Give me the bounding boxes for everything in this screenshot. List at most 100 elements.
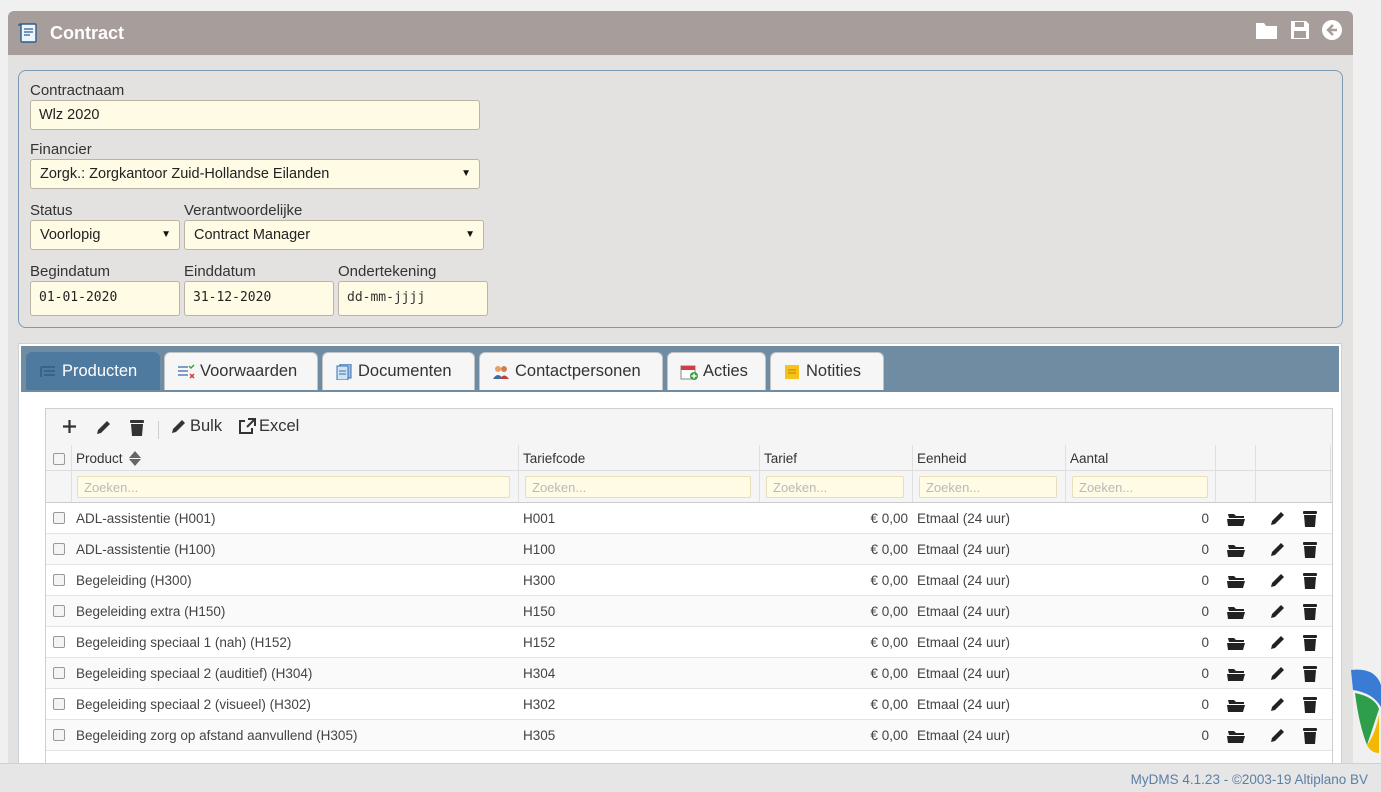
external-link-icon — [239, 418, 256, 434]
open-folder-icon[interactable] — [1227, 542, 1245, 558]
table-row[interactable]: ADL-assistentie (H100) H100 € 0,00 Etmaal (… — [46, 534, 1332, 565]
open-folder-icon[interactable] — [1227, 728, 1245, 744]
table-row[interactable]: Begeleiding speciaal 2 (auditief) (H304)… — [46, 658, 1332, 689]
search-input-product[interactable]: Zoeken... — [77, 476, 510, 498]
table-row[interactable]: ADL-assistentie (H001) H001 € 0,00 Etmaal (… — [46, 503, 1332, 534]
search-input-eenheid[interactable]: Zoeken... — [919, 476, 1057, 498]
sort-icon[interactable] — [128, 450, 142, 467]
pencil-icon[interactable] — [1269, 541, 1286, 558]
save-icon[interactable] — [1289, 19, 1311, 41]
trash-icon — [130, 420, 144, 436]
trash-icon[interactable] — [1302, 572, 1318, 590]
tab-acties[interactable]: Acties — [667, 352, 766, 390]
note-icon — [785, 364, 799, 379]
contractnaam-field[interactable]: Wlz 2020 — [30, 100, 480, 130]
table-row[interactable]: Begeleiding extra (H150) H150 € 0,00 Etmaal… — [46, 596, 1332, 627]
row-checkbox[interactable] — [53, 729, 65, 741]
tab-notities[interactable]: Notities — [770, 352, 884, 390]
einddatum-field[interactable]: 31-12-2020 — [184, 281, 334, 316]
row-checkbox[interactable] — [53, 574, 65, 586]
pencil-icon — [97, 421, 110, 434]
row-checkbox[interactable] — [53, 512, 65, 524]
select-all-checkbox[interactable] — [53, 453, 65, 465]
row-checkbox[interactable] — [53, 698, 65, 710]
pencil-icon[interactable] — [1269, 603, 1286, 620]
open-folder-icon[interactable] — [1227, 511, 1245, 527]
pencil-icon[interactable] — [1269, 510, 1286, 527]
document-icon — [336, 363, 352, 380]
pencil-icon[interactable] — [1269, 727, 1286, 744]
open-folder-icon[interactable] — [1255, 19, 1279, 41]
window-title: Contract — [50, 22, 125, 43]
table-row[interactable]: Begeleiding speciaal 1 (nah) (H152) H152 €… — [46, 627, 1332, 658]
cell-tarief: € 0,00 — [870, 697, 908, 712]
trash-icon[interactable] — [1302, 510, 1318, 528]
add-button[interactable] — [62, 419, 77, 434]
cell-aantal: 0 — [1201, 511, 1209, 526]
row-checkbox[interactable] — [53, 667, 65, 679]
delete-button[interactable] — [129, 419, 145, 437]
pencil-icon[interactable] — [1269, 572, 1286, 589]
begindatum-field[interactable]: 01-01-2020 — [30, 281, 180, 316]
table-body: ADL-assistentie (H001) H001 € 0,00 Etmaal (… — [46, 503, 1332, 771]
trash-icon[interactable] — [1302, 665, 1318, 683]
table-row[interactable]: Begeleiding zorg op afstand aanvullend (… — [46, 720, 1332, 751]
search-input-tariefcode[interactable]: Zoeken... — [525, 476, 751, 498]
checklist-icon — [178, 364, 195, 378]
cell-tariefcode: H100 — [523, 542, 556, 557]
verantwoordelijke-select[interactable]: Contract Manager ▼ — [184, 220, 484, 250]
column-header-product[interactable]: Product — [76, 451, 123, 466]
open-folder-icon[interactable] — [1227, 604, 1245, 620]
cell-eenheid: Etmaal (24 uur) — [917, 728, 1011, 743]
search-input-tarief[interactable]: Zoeken... — [766, 476, 904, 498]
trash-icon[interactable] — [1302, 696, 1318, 714]
column-header-tariefcode[interactable]: Tariefcode — [523, 451, 585, 466]
contract-icon — [18, 23, 37, 43]
row-checkbox[interactable] — [53, 636, 65, 648]
row-checkbox[interactable] — [53, 605, 65, 617]
search-input-aantal[interactable]: Zoeken... — [1072, 476, 1208, 498]
cell-eenheid: Etmaal (24 uur) — [917, 511, 1011, 526]
trash-icon[interactable] — [1302, 541, 1318, 559]
trash-icon[interactable] — [1302, 634, 1318, 652]
tab-label: Contactpersonen — [515, 362, 641, 380]
financier-value: Zorgk.: Zorgkantoor Zuid-Hollandse Eilan… — [40, 166, 330, 182]
cell-aantal: 0 — [1201, 697, 1209, 712]
pencil-icon[interactable] — [1269, 665, 1286, 682]
table-row[interactable]: Begeleiding speciaal 2 (visueel) (H302) H… — [46, 689, 1332, 720]
status-label: Status — [30, 202, 73, 219]
trash-icon[interactable] — [1302, 603, 1318, 621]
cell-tarief: € 0,00 — [870, 604, 908, 619]
open-folder-icon[interactable] — [1227, 697, 1245, 713]
financier-select[interactable]: Zorgk.: Zorgkantoor Zuid-Hollandse Eilan… — [30, 159, 480, 189]
tab-producten[interactable]: Producten — [26, 352, 160, 390]
column-header-eenheid[interactable]: Eenheid — [917, 451, 967, 466]
trash-icon[interactable] — [1302, 727, 1318, 745]
verantwoordelijke-value: Contract Manager — [194, 227, 311, 243]
cell-eenheid: Etmaal (24 uur) — [917, 666, 1011, 681]
bulk-button[interactable]: Bulk — [170, 417, 222, 436]
table-row[interactable]: Begeleiding (H300) H300 € 0,00 Etmaal (24 u… — [46, 565, 1332, 596]
edit-button[interactable] — [95, 419, 112, 436]
grid-toolbar: Bulk Excel — [46, 409, 1332, 445]
excel-export-button[interactable]: Excel — [239, 417, 299, 436]
pencil-icon[interactable] — [1269, 634, 1286, 651]
column-header-aantal[interactable]: Aantal — [1070, 451, 1108, 466]
row-checkbox[interactable] — [53, 543, 65, 555]
back-arrow-icon[interactable] — [1321, 19, 1343, 41]
column-header-tarief[interactable]: Tarief — [764, 451, 797, 466]
contractnaam-label: Contractnaam — [30, 82, 125, 99]
tab-voorwaarden[interactable]: Voorwaarden — [164, 352, 318, 390]
open-folder-icon[interactable] — [1227, 635, 1245, 651]
status-select[interactable]: Voorlopig ▼ — [30, 220, 180, 250]
cell-tariefcode: H001 — [523, 511, 556, 526]
open-folder-icon[interactable] — [1227, 573, 1245, 589]
contract-form: Contractnaam Wlz 2020 Financier Zorgk.: … — [18, 70, 1343, 328]
pencil-icon[interactable] — [1269, 696, 1286, 713]
cell-product: Begeleiding speciaal 2 (visueel) (H302) — [76, 697, 311, 712]
tab-contactpersonen[interactable]: Contactpersonen — [479, 352, 663, 390]
open-folder-icon[interactable] — [1227, 666, 1245, 682]
ondertekening-field[interactable]: dd-mm-jjjj — [338, 281, 488, 316]
cell-eenheid: Etmaal (24 uur) — [917, 542, 1011, 557]
tab-documenten[interactable]: Documenten — [322, 352, 475, 390]
